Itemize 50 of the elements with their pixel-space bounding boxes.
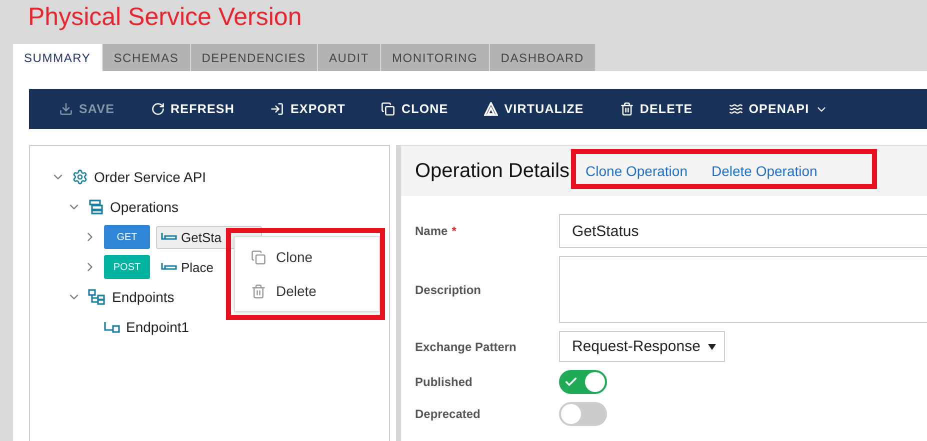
field-label: Name [415, 224, 448, 238]
toggle-switch[interactable] [559, 370, 607, 394]
waves-icon [728, 102, 743, 116]
field-label: Exchange Pattern [415, 340, 516, 354]
toolbar-button[interactable]: EXPORT [270, 102, 346, 116]
trash-icon [251, 284, 266, 298]
tree-item[interactable]: Order Service API [94, 169, 206, 185]
toolbar-button[interactable]: DELETE [620, 102, 693, 116]
method-badge: GET [104, 225, 150, 249]
tree-item[interactable]: Operations [110, 199, 178, 215]
field-label: Description [415, 282, 482, 296]
operation-icon [161, 261, 177, 273]
details-title: Operation Details [415, 160, 570, 182]
toggle-switch[interactable] [559, 402, 607, 426]
field-label: Deprecated [415, 407, 480, 421]
name-field[interactable]: GetStatus [559, 214, 927, 248]
gear-icon [72, 169, 88, 185]
required-mark: * [452, 224, 456, 238]
trash-icon [620, 102, 634, 116]
action-link[interactable]: Delete Operation [711, 163, 818, 179]
stack-icon [88, 199, 104, 215]
method-badge: POST [104, 255, 150, 279]
hierarchy-icon [88, 289, 106, 305]
toolbar-button[interactable]: REFRESH [150, 102, 234, 116]
tab[interactable]: SCHEMAS [102, 44, 190, 71]
operation-icon [161, 231, 177, 243]
caret-icon [708, 344, 716, 350]
description-field[interactable] [559, 256, 927, 323]
download-icon [59, 102, 73, 116]
toolbar-button[interactable]: VIRTUALIZE [484, 102, 584, 116]
tab[interactable]: SUMMARY [13, 44, 102, 71]
toolbar-button[interactable]: CLONE [381, 102, 448, 116]
copy-icon [381, 102, 396, 116]
tab[interactable]: DASHBOARD [490, 44, 595, 71]
export-icon [270, 102, 284, 116]
tab[interactable]: MONITORING [380, 44, 489, 71]
tab[interactable]: AUDIT [318, 44, 380, 71]
tab[interactable]: DEPENDENCIES [190, 44, 317, 71]
action-link[interactable]: Clone Operation [586, 163, 688, 179]
page-title: Physical Service Version [27, 2, 303, 33]
field-label: Published [415, 375, 472, 389]
endpoint-icon [104, 321, 120, 333]
copy-icon [251, 250, 266, 264]
refresh-icon [150, 102, 165, 116]
triangle-icon [484, 102, 498, 116]
tree-item[interactable]: Endpoint1 [126, 319, 190, 335]
check-icon [564, 375, 578, 389]
tree-item[interactable]: Endpoints [112, 289, 174, 305]
toolbar-button[interactable]: OPENAPI [728, 102, 828, 116]
exchange-pattern-select[interactable]: Request-Response [559, 331, 725, 362]
